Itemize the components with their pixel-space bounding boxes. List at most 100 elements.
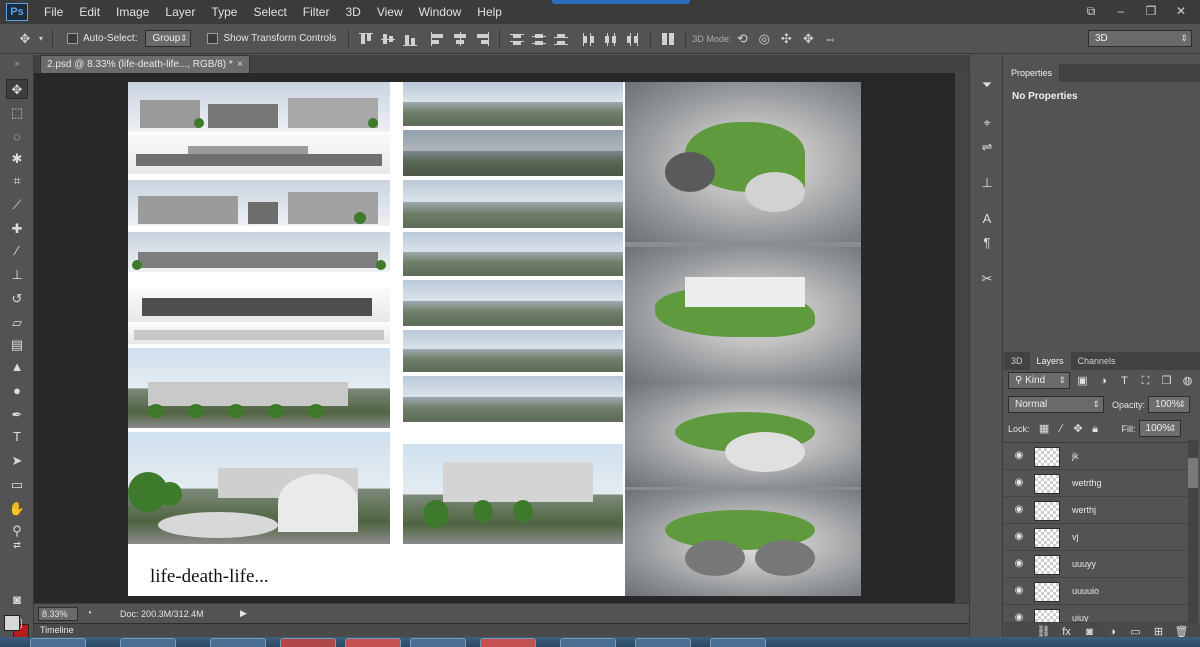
character-panel-icon[interactable]: A	[977, 209, 997, 229]
path-selection-icon[interactable]: ➤	[6, 451, 28, 471]
taskbar-item[interactable]	[710, 638, 766, 647]
align-right-icon[interactable]	[473, 31, 491, 47]
align-vcenter-icon[interactable]	[379, 31, 397, 47]
transform-controls-checkbox[interactable]	[207, 33, 219, 44]
visibility-eye-icon[interactable]: ◉	[1012, 585, 1026, 597]
foreground-color-swatch[interactable]	[4, 615, 20, 631]
taskbar-item[interactable]	[345, 638, 401, 647]
lock-position-icon[interactable]: ✥	[1070, 421, 1087, 437]
menu-help[interactable]: Help	[469, 5, 510, 19]
history-panel-icon[interactable]: ⏷	[977, 75, 997, 95]
lasso-tool-icon[interactable]: ◌	[6, 127, 28, 147]
toolbox-collapse-icon[interactable]: »	[6, 59, 28, 68]
visibility-eye-icon[interactable]: ◉	[1012, 450, 1026, 462]
clone-stamp-icon[interactable]: ⊥	[6, 265, 28, 285]
document-tab[interactable]: 2.psd @ 8.33% (life-death-life..., RGB/8…	[40, 55, 250, 73]
swap-colors-icon[interactable]: ⇄	[6, 539, 28, 551]
move-tool-icon[interactable]: ✥	[6, 79, 28, 99]
gradient-tool-icon[interactable]: ▤	[6, 335, 28, 355]
tool-presets-icon[interactable]: ✂	[977, 269, 997, 289]
visibility-eye-icon[interactable]: ◉	[1012, 477, 1026, 489]
paragraph-panel-icon[interactable]: ¶	[977, 233, 997, 253]
menu-type[interactable]: Type	[203, 5, 245, 19]
layer-name[interactable]: uuuuio	[1072, 586, 1099, 596]
layer-row[interactable]: ◉ wetrthg	[1004, 471, 1190, 497]
tab-layers[interactable]: Layers	[1029, 352, 1071, 370]
workspace-dropdown[interactable]: 3D	[1088, 30, 1192, 47]
layer-name[interactable]: vj	[1072, 532, 1079, 542]
adjustments-panel-icon[interactable]: ⇌	[977, 137, 997, 157]
filter-shape-icon[interactable]: ⛶	[1137, 373, 1154, 389]
menu-3d[interactable]: 3D	[337, 5, 368, 19]
auto-align-layers-icon[interactable]	[659, 31, 677, 47]
menu-file[interactable]: File	[36, 5, 71, 19]
fill-field[interactable]: 100%	[1138, 420, 1181, 437]
filter-pixel-icon[interactable]: ▣	[1074, 373, 1091, 389]
status-menu-arrow-icon[interactable]: ▶	[240, 608, 247, 619]
pen-tool-icon[interactable]: ✒	[6, 405, 28, 425]
type-tool-icon[interactable]: T	[6, 427, 28, 447]
distribute-hcenter-icon[interactable]	[602, 31, 620, 47]
visibility-eye-icon[interactable]: ◉	[1012, 504, 1026, 516]
align-left-icon[interactable]	[429, 31, 447, 47]
magic-wand-icon[interactable]: ✱	[6, 149, 28, 169]
opacity-field[interactable]: 100%	[1148, 396, 1191, 413]
maximize-button[interactable]: ❐	[1138, 2, 1164, 20]
align-bottom-icon[interactable]	[401, 31, 419, 47]
distribute-left-icon[interactable]	[580, 31, 598, 47]
zoom-tool-icon[interactable]: ⚲	[6, 521, 28, 541]
clone-source-icon[interactable]: ⊥	[977, 173, 997, 193]
3d-drag-icon[interactable]: ✣	[775, 30, 797, 48]
taskbar-item[interactable]	[560, 638, 616, 647]
brush-tool-icon[interactable]: ∕	[6, 241, 28, 261]
taskbar-item[interactable]	[480, 638, 536, 647]
align-hcenter-icon[interactable]	[451, 31, 469, 47]
minimize-button[interactable]: –	[1108, 2, 1134, 20]
menu-select[interactable]: Select	[245, 5, 294, 19]
align-top-icon[interactable]	[357, 31, 375, 47]
distribute-bottom-icon[interactable]	[552, 31, 570, 47]
move-tool-icon[interactable]: ✥	[14, 30, 36, 48]
brush-panel-icon[interactable]: ⌖	[977, 113, 997, 133]
lock-all-icon[interactable]: 🔒︎	[1087, 421, 1104, 437]
zoom-level-field[interactable]: 8.33%	[38, 606, 78, 621]
auto-select-checkbox[interactable]	[67, 33, 78, 44]
tab-channels[interactable]: Channels	[1071, 352, 1123, 370]
blur-tool-icon[interactable]: ▲	[6, 357, 28, 377]
menu-edit[interactable]: Edit	[71, 5, 108, 19]
hand-tool-icon[interactable]: ✋	[6, 499, 28, 519]
dodge-tool-icon[interactable]: ●	[6, 381, 28, 401]
menu-filter[interactable]: Filter	[295, 5, 338, 19]
menu-window[interactable]: Window	[411, 5, 470, 19]
close-button[interactable]: ✕	[1168, 2, 1194, 20]
tab-properties[interactable]: Properties	[1004, 64, 1060, 82]
visibility-eye-icon[interactable]: ◉	[1012, 558, 1026, 570]
layer-row[interactable]: ◉ werthj	[1004, 498, 1190, 524]
tool-preset-chevron-icon[interactable]: ▾	[36, 30, 46, 48]
taskbar-item[interactable]	[30, 638, 86, 647]
document-canvas[interactable]: life-death-life...	[128, 82, 861, 596]
layer-name[interactable]: wetrthg	[1072, 478, 1102, 488]
3d-scale-icon[interactable]: ⇔	[819, 30, 841, 48]
healing-brush-icon[interactable]: ✚	[6, 219, 28, 239]
distribute-top-icon[interactable]	[508, 31, 526, 47]
layers-scroll-thumb[interactable]	[1188, 458, 1198, 488]
marquee-tool-icon[interactable]: ⬚	[6, 103, 28, 123]
layer-name[interactable]: uiuy	[1072, 613, 1089, 622]
distribute-right-icon[interactable]	[624, 31, 642, 47]
lock-pixels-icon[interactable]: ∕	[1053, 421, 1070, 437]
quick-mask-icon[interactable]: ◙	[6, 590, 28, 610]
restore-arrange-icon[interactable]: ⧉	[1078, 2, 1104, 20]
taskbar-item[interactable]	[210, 638, 266, 647]
taskbar-item[interactable]	[120, 638, 176, 647]
taskbar-item[interactable]	[280, 638, 336, 647]
visibility-eye-icon[interactable]: ◉	[1012, 612, 1026, 622]
taskbar-item[interactable]	[635, 638, 691, 647]
menu-layer[interactable]: Layer	[157, 5, 203, 19]
layer-row[interactable]: ◉ uuuyy	[1004, 552, 1190, 578]
filter-smartobject-icon[interactable]: ❒	[1158, 373, 1175, 389]
layer-name[interactable]: werthj	[1072, 505, 1096, 515]
layer-row[interactable]: ◉ vj	[1004, 525, 1190, 551]
history-brush-icon[interactable]: ↺	[6, 289, 28, 309]
layer-name[interactable]: jk	[1072, 451, 1079, 461]
